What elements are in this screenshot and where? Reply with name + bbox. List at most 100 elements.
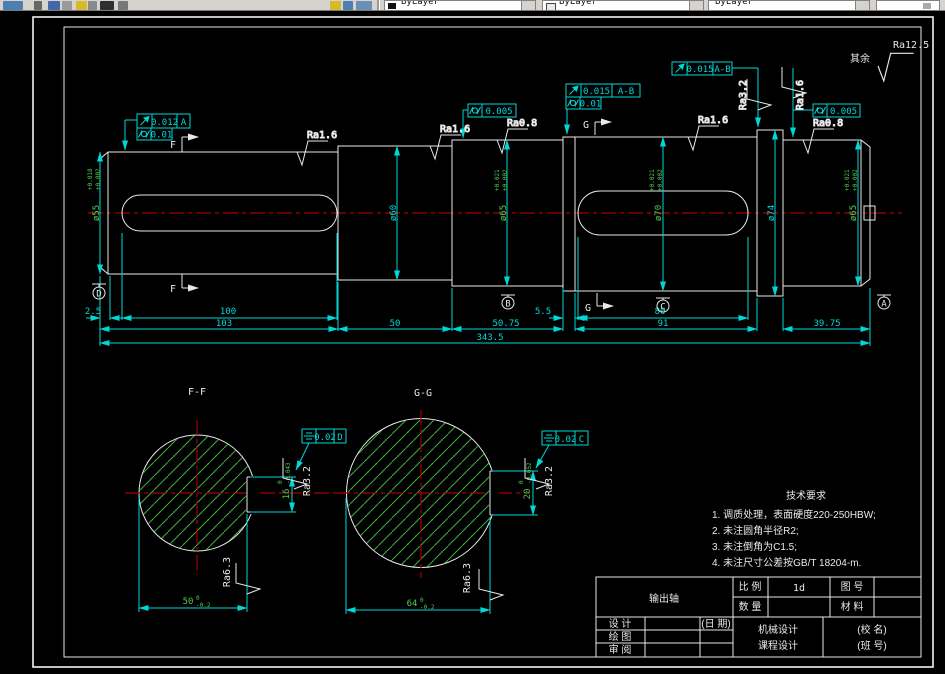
gg-ra-key: Ra3.2 (544, 466, 555, 496)
dim-343-5: 343.5 (476, 333, 503, 343)
part-name: 输出轴 (649, 592, 679, 605)
ff-title: F-F (188, 387, 206, 398)
dim-dia70-lo: +0.002 (657, 169, 664, 191)
ra-s7: Ra0.8 (813, 118, 843, 129)
dim-dia60: ø60 (389, 205, 399, 221)
fcf7-tol: 0.005 (830, 107, 857, 117)
ra-s6: Ra1.6 (795, 80, 806, 110)
tech-req-3: 3. 未注倒角为C1.5; (712, 540, 797, 553)
dim-39-75: 39.75 (813, 319, 840, 329)
open-icon[interactable] (34, 1, 42, 10)
layer-state-icon[interactable] (356, 1, 372, 10)
dim-2-5: 2.5 (85, 307, 101, 317)
ff-width-up: 0 (277, 480, 284, 484)
ra-s2: Ra1.6 (440, 124, 470, 135)
tool-icon-2[interactable] (88, 1, 97, 10)
color-chip (546, 3, 556, 10)
toolbar: ByLayer ByLayer ByLayer (0, 0, 945, 11)
gg-depth-up: 0 (420, 597, 424, 604)
ff-depth: 50 (183, 597, 194, 607)
ff-ra-key: Ra3.2 (302, 466, 313, 496)
mark-g-top: G (583, 120, 589, 131)
scale-value: 1d (793, 583, 805, 594)
ra-s1: Ra1.6 (307, 130, 337, 141)
datum-b: B (505, 300, 510, 310)
save-icon[interactable] (48, 1, 60, 10)
scale-label: 比 例 (739, 580, 762, 593)
fcf3-tol: 0.005 (485, 107, 512, 117)
ff-width-lo: -0.043 (285, 462, 292, 484)
dim-50: 50 (390, 319, 401, 329)
color-combo-arrow-icon[interactable] (689, 1, 703, 10)
dim-dia65r: ø65 (849, 205, 859, 221)
layers-icon[interactable] (330, 1, 341, 10)
ra-s5: Ra3.2 (738, 80, 749, 110)
tech-req-title: 技术要求 (786, 489, 826, 502)
material-label: 材 料 (841, 600, 864, 613)
print-icon[interactable] (62, 1, 72, 10)
class-placeholder: (班 号) (857, 640, 886, 652)
gg-width: 20 (523, 489, 533, 500)
tool-icon-3[interactable] (118, 1, 128, 10)
draft-label: 绘 图 (609, 630, 632, 643)
course-line1: 机械设计 (758, 623, 798, 636)
dim-dia55-up: +0.018 (87, 168, 94, 190)
text-tool-icon[interactable] (100, 1, 114, 10)
layer-props-icon[interactable] (343, 1, 353, 10)
ff-ra-bottom: Ra6.3 (222, 557, 233, 587)
gg-depth-lo: -0.2 (420, 604, 435, 611)
dim-dia55-lo: +0.002 (95, 168, 102, 190)
fcf9-tol: 0.02 (555, 435, 577, 445)
fcf1-tol: 0.012 (151, 118, 178, 128)
surplus-label: 其余 (850, 52, 870, 65)
dim-100: 100 (220, 307, 236, 317)
mark-g-bottom: G (585, 303, 591, 314)
qty-label: 数 量 (739, 600, 762, 613)
cad-canvas[interactable]: ø55 +0.018 +0.002 ø60 ø65 +0.021 +0.002 … (0, 0, 945, 674)
new-icon[interactable] (3, 1, 23, 10)
datum-a: A (881, 300, 887, 310)
dim-dia70: ø70 (654, 205, 664, 221)
dim-91: 91 (658, 319, 669, 329)
fcf9-datum: C (579, 435, 584, 445)
color-combo-value: ByLayer (559, 0, 597, 7)
dim-dia55: ø55 (92, 205, 102, 221)
gg-width-up: 0 (518, 480, 525, 484)
linetype-combo[interactable]: ByLayer (708, 0, 870, 10)
dim-50-75: 50.75 (492, 319, 519, 329)
fcf6-tol: 0.015 (686, 65, 713, 75)
dim-dia70-up: +0.021 (649, 169, 656, 191)
ra-s4: Ra1.6 (698, 115, 728, 126)
fcf8-tol: 0.02 (314, 433, 336, 443)
fcf6-datum: A-B (714, 65, 730, 75)
lineweight-chip (923, 3, 931, 9)
dim-dia65-up: +0.021 (494, 169, 501, 191)
tool-icon-1[interactable] (76, 1, 87, 10)
gg-width-lo: -0.052 (526, 462, 533, 484)
gg-ra-bottom: Ra6.3 (462, 563, 473, 593)
linetype-combo-arrow-icon[interactable] (855, 1, 869, 10)
ff-width: 16 (282, 489, 292, 500)
date-label: (日 期) (701, 618, 730, 630)
drawing-no-label: 图 号 (841, 581, 864, 593)
fcf2-tol: 0.01 (151, 131, 173, 141)
design-label: 设 计 (609, 617, 632, 630)
tech-req-1: 1. 调质处理，表面硬度220-250HBW; (712, 508, 876, 521)
layer-combo[interactable]: ByLayer (384, 0, 536, 10)
surplus-ra: Ra12.5 (893, 40, 929, 51)
dim-dia74: ø74 (767, 205, 777, 221)
tech-req-2: 2. 未注圆角半径R2; (712, 524, 799, 537)
layer-combo-arrow-icon[interactable] (521, 1, 535, 10)
lineweight-combo[interactable] (876, 0, 940, 10)
linetype-combo-value: ByLayer (715, 0, 753, 7)
layer-color-chip (388, 3, 396, 9)
fcf8-datum: D (337, 433, 342, 443)
color-combo[interactable]: ByLayer (542, 0, 704, 10)
review-label: 审 阅 (609, 643, 632, 656)
dim-dia65: ø65 (499, 205, 509, 221)
dim-5-5: 5.5 (535, 307, 551, 317)
ff-depth-lo: -0.2 (196, 602, 211, 609)
layer-combo-value: ByLayer (401, 0, 439, 7)
fcf5-tol: 0.01 (580, 100, 602, 110)
fcf4-tol: 0.015 (583, 87, 610, 97)
